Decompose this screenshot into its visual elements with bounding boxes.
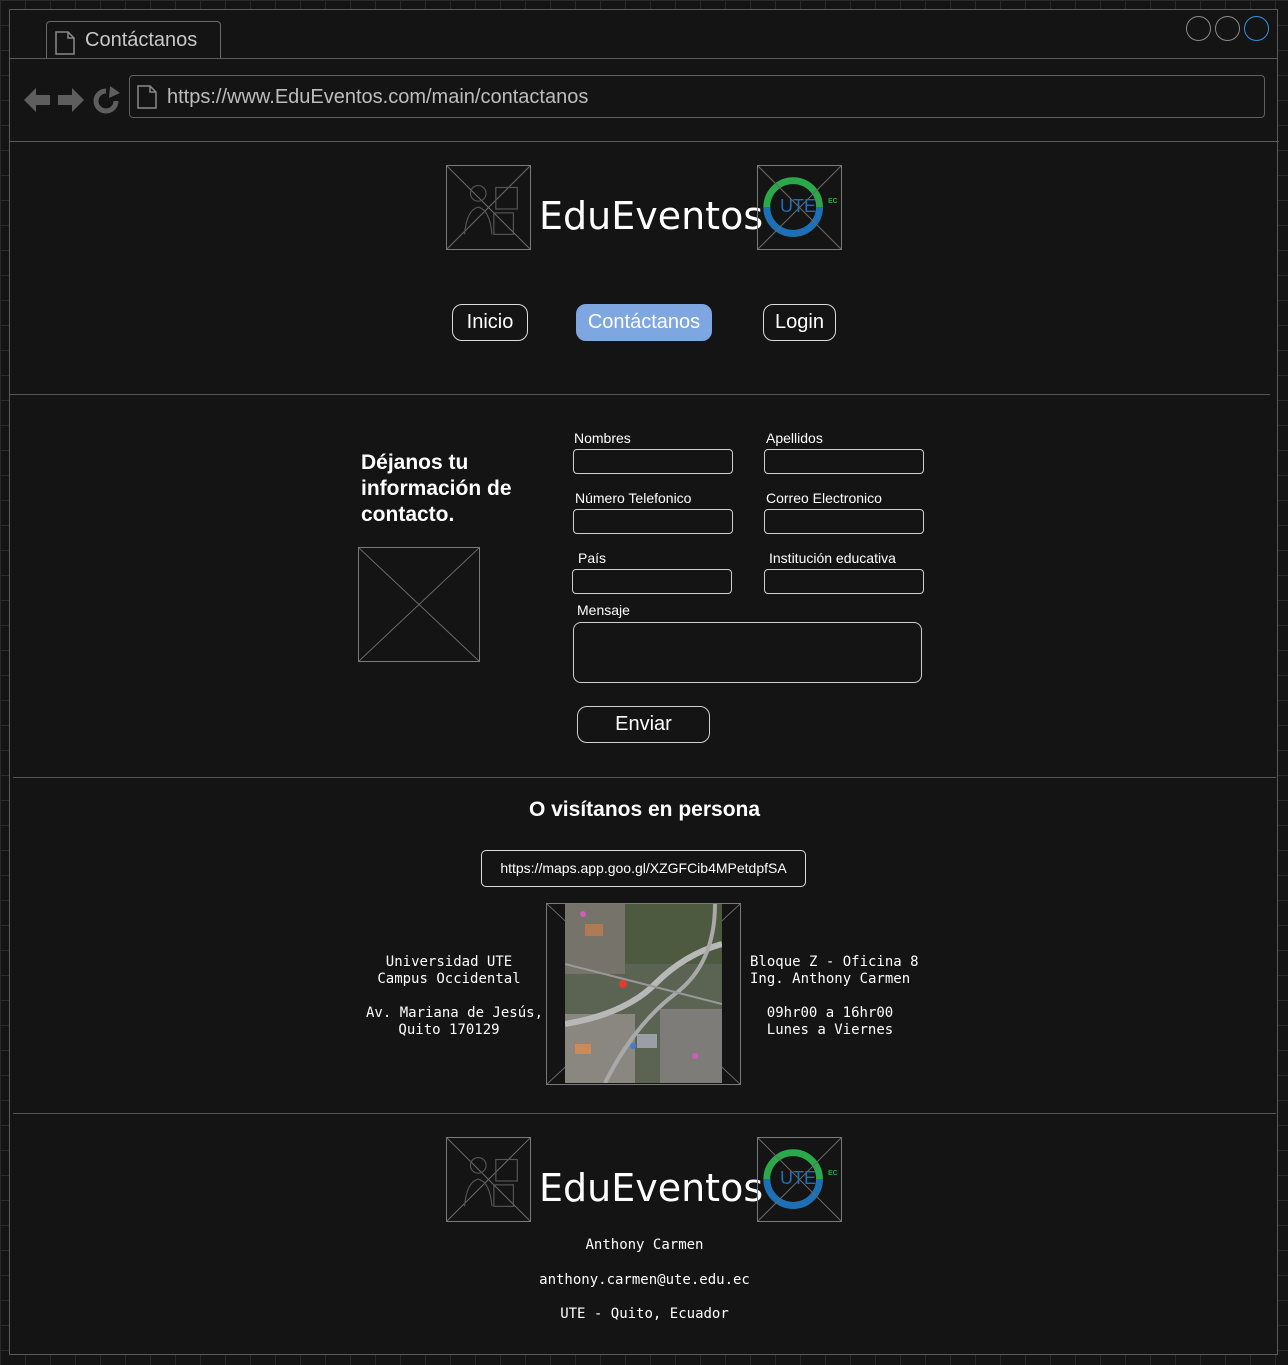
section-divider — [13, 1113, 1276, 1114]
browser-window: Contáctanos https://www.EduEventos.com/m… — [9, 9, 1279, 1355]
email-label: Correo Electronico — [766, 490, 882, 506]
window-close-button[interactable] — [1244, 16, 1269, 41]
last-name-label: Apellidos — [766, 430, 823, 446]
visit-title: O visítanos en persona — [528, 798, 761, 821]
forward-arrow-icon[interactable] — [58, 88, 84, 112]
nav-inicio-button[interactable]: Inicio — [452, 304, 528, 341]
footer-ute-logo-image: UTE EC — [757, 1137, 842, 1222]
ute-logo-image: UTE EC — [757, 165, 842, 250]
event-logo-image — [446, 165, 531, 250]
page-icon — [137, 85, 157, 109]
campus-name: Universidad UTE — [385, 954, 513, 970]
window-maximize-button[interactable] — [1215, 16, 1240, 41]
institution-label: Institución educativa — [769, 550, 896, 566]
reload-icon[interactable] — [93, 86, 120, 114]
street-address: Av. Mariana de Jesús, — [366, 1005, 544, 1021]
section-divider — [13, 777, 1276, 778]
footer-email-link[interactable]: anthony.carmen@ute.edu.ec — [10, 1272, 1279, 1288]
logo-badge-suffix: EC — [828, 198, 838, 205]
logo-badge-text: UTE — [780, 196, 816, 216]
nav-arrows — [24, 86, 120, 114]
message-label: Mensaje — [577, 602, 630, 618]
url-text[interactable]: https://www.EduEventos.com/main/contacta… — [167, 86, 588, 109]
footer-name: Anthony Carmen — [585, 1237, 704, 1253]
office-days: Lunes a Viernes — [766, 1022, 894, 1038]
footer-brand-title: EduEventos — [539, 1166, 764, 1210]
section-divider — [10, 394, 1270, 395]
page-icon — [55, 31, 75, 55]
institution-input[interactable] — [764, 569, 924, 594]
back-arrow-icon[interactable] — [24, 88, 50, 112]
footer-location: UTE - Quito, Ecuador — [560, 1306, 729, 1322]
first-name-label: Nombres — [574, 430, 631, 446]
tab-title: Contáctanos — [85, 29, 198, 51]
office-location: Bloque Z - Oficina 8 — [750, 954, 919, 970]
last-name-input[interactable] — [764, 449, 924, 474]
contact-form-title: Déjanos tu información de contacto. — [361, 451, 512, 526]
email-input[interactable] — [764, 509, 924, 534]
window-minimize-button[interactable] — [1186, 16, 1211, 41]
send-button[interactable]: Enviar — [577, 706, 710, 743]
first-name-input[interactable] — [573, 449, 733, 474]
office-hours: 09hr00 a 16hr00 — [766, 1005, 894, 1021]
chrome-divider — [10, 141, 1279, 142]
logo-badge-text: UTE — [780, 1168, 816, 1188]
country-label: País — [578, 550, 607, 566]
phone-label: Número Telefonico — [575, 490, 692, 506]
map-link-button[interactable]: https://maps.app.goo.gl/XZGFCib4MPetdpfS… — [481, 850, 806, 887]
office-hours-info: Bloque Z - Oficina 8 Ing. Anthony Carmen… — [750, 954, 919, 1039]
tab-strip-divider — [10, 58, 1277, 59]
footer-event-logo-image — [446, 1137, 531, 1222]
logo-badge-suffix: EC — [828, 1170, 838, 1177]
campus-area: Campus Occidental — [377, 971, 521, 987]
nav-contactanos-button[interactable]: Contáctanos — [576, 304, 712, 341]
campus-address-info: Universidad UTE Campus Occidental Av. Ma… — [366, 954, 544, 1039]
brand-title: EduEventos — [539, 194, 764, 238]
contact-image-placeholder — [358, 547, 480, 662]
browser-tab[interactable]: Contáctanos — [46, 21, 221, 59]
country-input[interactable] — [572, 569, 732, 594]
address-bar[interactable]: https://www.EduEventos.com/main/contacta… — [129, 75, 1265, 118]
nav-login-button[interactable]: Login — [763, 304, 836, 341]
city-postal: Quito 170129 — [398, 1022, 500, 1038]
message-textarea[interactable] — [573, 622, 922, 683]
phone-input[interactable] — [573, 509, 733, 534]
map-image[interactable] — [546, 903, 741, 1085]
satellite-map-icon — [565, 904, 722, 1083]
contact-person: Ing. Anthony Carmen — [750, 971, 911, 987]
